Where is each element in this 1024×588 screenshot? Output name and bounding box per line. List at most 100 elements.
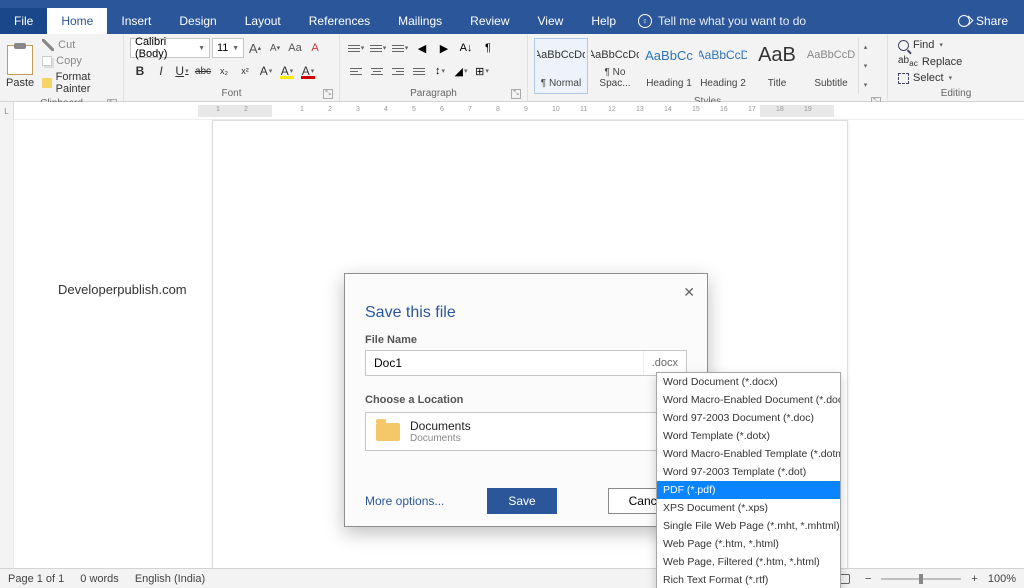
format-option[interactable]: Word Macro-Enabled Template (*.dotm) (657, 445, 840, 463)
style-heading2[interactable]: AaBbCcDHeading 2 (696, 38, 750, 94)
zoom-out-button[interactable]: − (861, 573, 875, 585)
italic-button[interactable]: I (151, 61, 171, 81)
format-option[interactable]: XPS Document (*.xps) (657, 499, 840, 517)
zoom-in-button[interactable]: + (967, 573, 981, 585)
find-button[interactable]: Find▾ (894, 38, 1018, 52)
format-option[interactable]: Word Template (*.dotx) (657, 427, 840, 445)
workspace: Developerpublish.com ✕ Save this file Fi… (0, 120, 1024, 570)
decrease-indent-button[interactable]: ◀ (412, 38, 432, 58)
paste-icon (7, 45, 33, 75)
format-option[interactable]: Word 97-2003 Template (*.dot) (657, 463, 840, 481)
location-select[interactable]: Documents Documents (365, 412, 687, 451)
style-name-label: ¶ No Spac... (591, 67, 639, 89)
cut-button[interactable]: Cut (38, 38, 117, 52)
save-button[interactable]: Save (487, 488, 556, 514)
numbering-button[interactable]: ▾ (368, 38, 388, 58)
grow-font-button[interactable]: A▴ (246, 38, 264, 58)
select-button[interactable]: Select▾ (894, 71, 1018, 85)
status-page[interactable]: Page 1 of 1 (8, 573, 64, 585)
tab-home[interactable]: Home (47, 8, 107, 34)
location-label: Choose a Location (365, 394, 687, 406)
styles-gallery-more[interactable]: ▴▾▾ (858, 38, 872, 94)
increase-indent-button[interactable]: ▶ (434, 38, 454, 58)
tab-file[interactable]: File (0, 8, 47, 34)
shrink-font-button[interactable]: A▾ (266, 38, 284, 58)
replace-icon: abac (898, 55, 918, 68)
font-size-select[interactable]: 11▼ (212, 38, 244, 58)
underline-button[interactable]: U▾ (172, 61, 192, 81)
clear-format-button[interactable]: A (306, 38, 324, 58)
format-option[interactable]: Web Page, Filtered (*.htm, *.html) (657, 553, 840, 571)
close-button[interactable]: ✕ (683, 284, 695, 301)
line-spacing-button[interactable]: ↕▾ (430, 61, 450, 81)
align-right-button[interactable] (388, 61, 408, 81)
zoom-percent[interactable]: 100% (988, 573, 1016, 585)
shading-button[interactable]: ◢▾ (451, 61, 471, 81)
replace-label: Replace (922, 56, 962, 68)
tab-layout[interactable]: Layout (231, 8, 295, 34)
tab-review[interactable]: Review (456, 8, 523, 34)
filename-input[interactable] (366, 351, 643, 375)
borders-button[interactable]: ⊞▾ (472, 61, 492, 81)
chevron-down-icon: ▾ (939, 41, 943, 49)
expand-icon: ▾ (859, 75, 872, 94)
select-icon (898, 73, 909, 84)
style-preview: AaB (753, 43, 801, 67)
style-heading1[interactable]: AaBbCcHeading 1 (642, 38, 696, 94)
copy-button[interactable]: Copy (38, 54, 117, 68)
tab-view[interactable]: View (524, 8, 578, 34)
status-language[interactable]: English (India) (135, 573, 205, 585)
style-no-spacing[interactable]: AaBbCcDd¶ No Spac... (588, 38, 642, 94)
paragraph-launcher-icon[interactable]: ⤡ (511, 89, 521, 99)
status-words[interactable]: 0 words (80, 573, 119, 585)
highlight-color-button[interactable]: A▾ (277, 61, 297, 81)
format-option[interactable]: Word 97-2003 Document (*.doc) (657, 409, 840, 427)
tab-design[interactable]: Design (165, 8, 230, 34)
align-left-button[interactable] (346, 61, 366, 81)
align-center-button[interactable] (367, 61, 387, 81)
strikethrough-button[interactable]: abc (193, 61, 213, 81)
sort-button[interactable]: A↓ (456, 38, 476, 58)
show-marks-button[interactable]: ¶ (478, 38, 498, 58)
cut-label: Cut (58, 39, 75, 51)
tell-me-box[interactable]: ♀ Tell me what you want to do (630, 14, 806, 28)
paste-button[interactable]: Paste (6, 45, 34, 89)
subscript-button[interactable]: x₂ (214, 61, 234, 81)
text-effects-button[interactable]: A▾ (256, 61, 276, 81)
multilevel-button[interactable]: ▾ (390, 38, 410, 58)
replace-button[interactable]: abac Replace (894, 54, 1018, 69)
format-option[interactable]: Web Page (*.htm, *.html) (657, 535, 840, 553)
bold-button[interactable]: B (130, 61, 150, 81)
format-painter-button[interactable]: Format Painter (38, 70, 117, 96)
superscript-button[interactable]: x² (235, 61, 255, 81)
format-option[interactable]: Rich Text Format (*.rtf) (657, 571, 840, 588)
editing-group-label: Editing (894, 86, 1018, 101)
style-title[interactable]: AaBTitle (750, 38, 804, 94)
style-subtitle[interactable]: AaBbCcDSubtitle (804, 38, 858, 94)
tab-help[interactable]: Help (577, 8, 630, 34)
dialog-title: Save this file (345, 274, 707, 334)
font-family-value: Calibri (Body) (135, 36, 197, 60)
font-color-button[interactable]: A▾ (298, 61, 318, 81)
share-button[interactable]: Share (942, 14, 1024, 28)
style-name-label: ¶ Normal (537, 78, 585, 89)
format-option[interactable]: Single File Web Page (*.mht, *.mhtml) (657, 517, 840, 535)
font-family-select[interactable]: Calibri (Body)▼ (130, 38, 210, 58)
page-area[interactable]: Developerpublish.com ✕ Save this file Fi… (14, 120, 1024, 570)
font-size-value: 11 (217, 42, 228, 54)
change-case-button[interactable]: Aa (286, 38, 304, 58)
format-option[interactable]: Word Macro-Enabled Document (*.docm) (657, 391, 840, 409)
format-option[interactable]: Word Document (*.docx) (657, 373, 840, 391)
format-option[interactable]: PDF (*.pdf) (657, 481, 840, 499)
justify-button[interactable] (409, 61, 429, 81)
style-normal[interactable]: AaBbCcDd¶ Normal (534, 38, 588, 94)
tab-insert[interactable]: Insert (107, 8, 165, 34)
file-format-dropdown: Word Document (*.docx)Word Macro-Enabled… (656, 372, 841, 588)
zoom-slider[interactable] (881, 578, 961, 580)
tab-mailings[interactable]: Mailings (384, 8, 456, 34)
zoom-thumb[interactable] (919, 574, 923, 584)
more-options-link[interactable]: More options... (365, 494, 444, 508)
font-launcher-icon[interactable]: ⤡ (323, 89, 333, 99)
bullets-button[interactable]: ▾ (346, 38, 366, 58)
tab-references[interactable]: References (295, 8, 384, 34)
